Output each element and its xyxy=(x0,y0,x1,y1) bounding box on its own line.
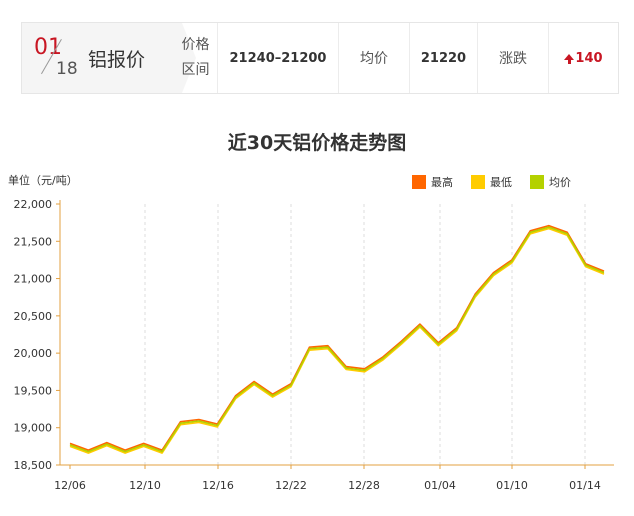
series-line-low xyxy=(69,227,605,454)
y-tick-label: 22,000 xyxy=(14,198,53,211)
x-tick-label: 12/10 xyxy=(129,479,161,492)
price-trend-chart: 22,000 21,500 21,000 20,500 20,000 19,500 19,0… xyxy=(14,198,614,492)
x-tick-label: 12/22 xyxy=(275,479,307,492)
x-tick-label: 12/28 xyxy=(348,479,380,492)
y-tick-label: 18,500 xyxy=(14,459,53,472)
x-tick-label: 01/04 xyxy=(424,479,456,492)
series-line-high xyxy=(69,224,605,451)
y-tick-label: 20,500 xyxy=(14,310,53,323)
y-tick-label: 19,000 xyxy=(14,422,53,435)
y-tick-label: 21,500 xyxy=(14,235,53,248)
x-tick-label: 01/14 xyxy=(569,479,601,492)
x-tick-label: 01/10 xyxy=(496,479,528,492)
y-tick-label: 21,000 xyxy=(14,273,53,286)
series-line-avg xyxy=(69,226,605,453)
y-tick-label: 19,500 xyxy=(14,384,53,397)
y-tick-label: 20,000 xyxy=(14,347,53,360)
x-tick-label: 12/06 xyxy=(54,479,86,492)
x-tick-label: 12/16 xyxy=(202,479,234,492)
